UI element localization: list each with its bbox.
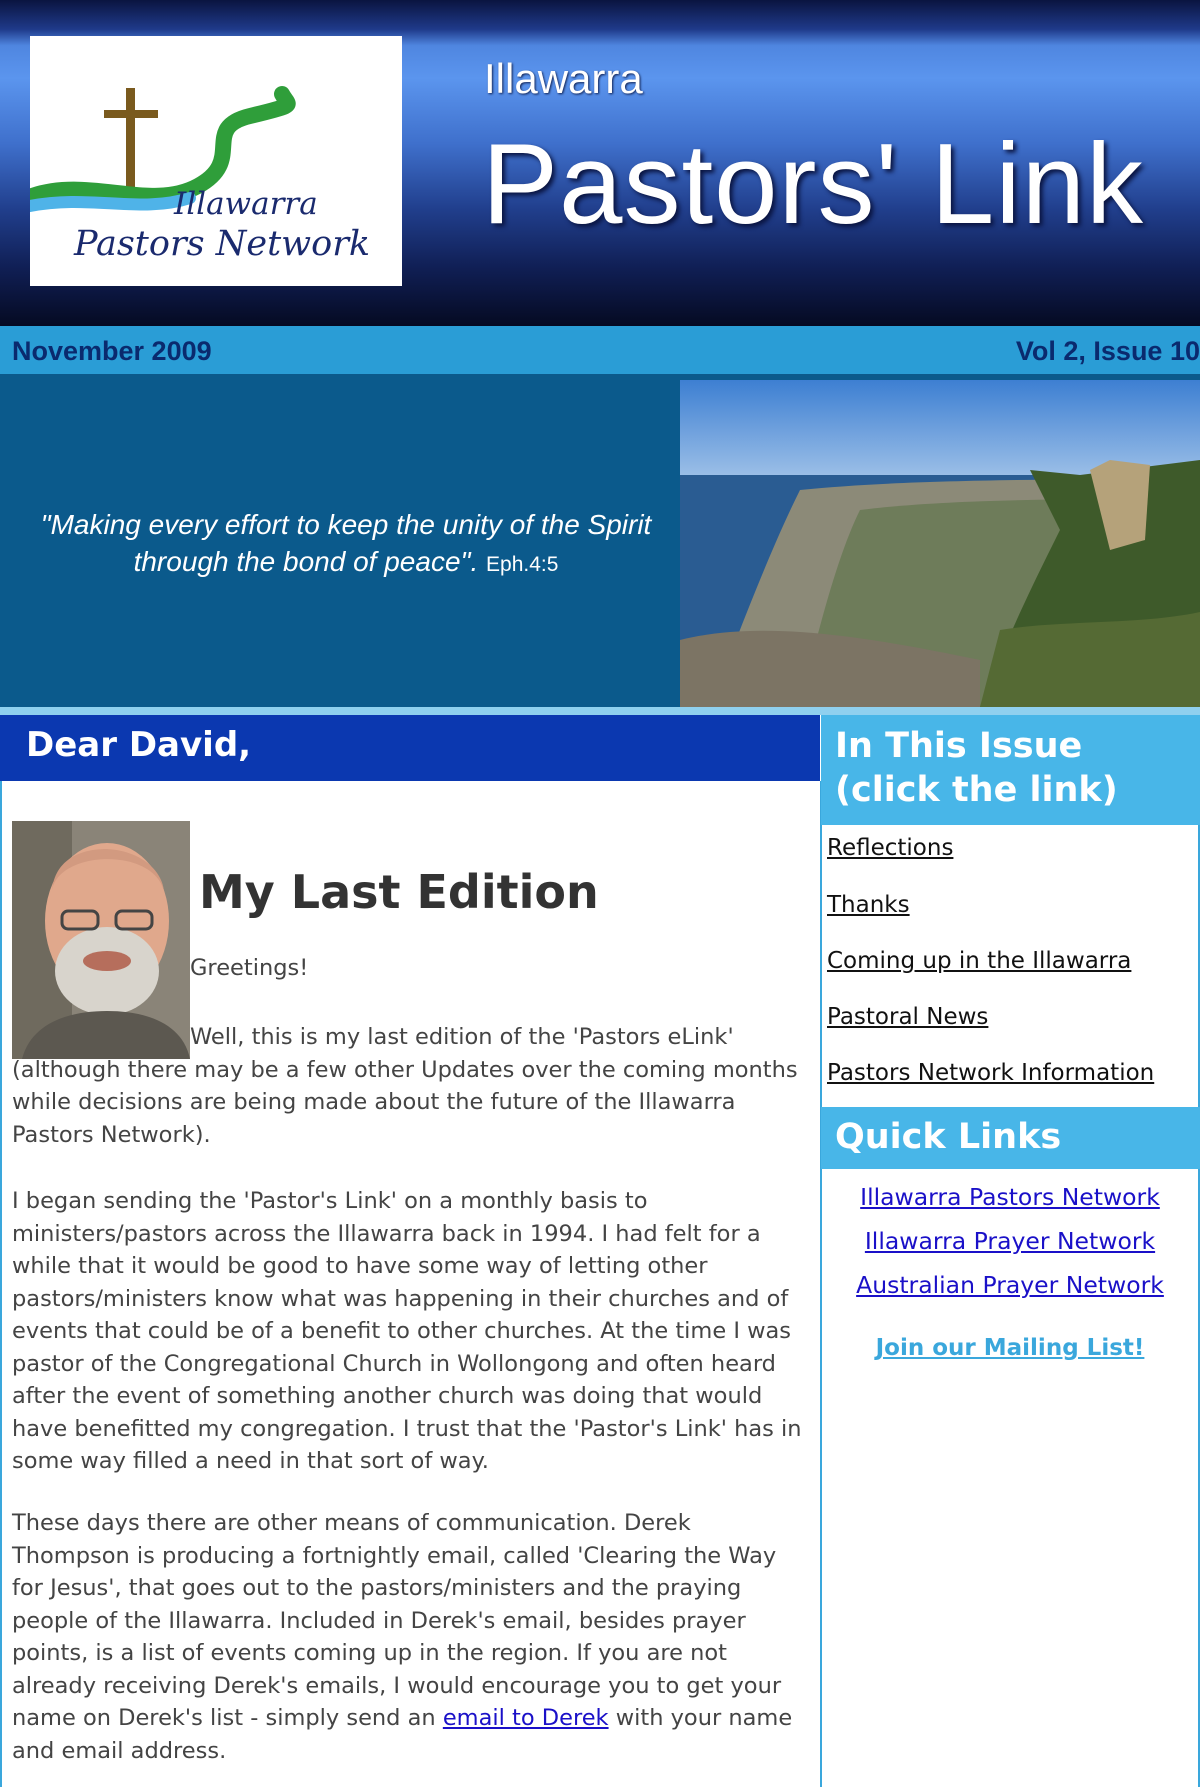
issue-link-thanks[interactable]: Thanks bbox=[827, 892, 910, 918]
email-derek-link[interactable]: email to Derek bbox=[443, 1705, 609, 1731]
issue-bar: November 2009 Vol 2, Issue 10 bbox=[0, 326, 1200, 374]
article-greeting: Greetings! bbox=[190, 955, 309, 981]
banner: "Making every effort to keep the unity o… bbox=[0, 374, 1200, 707]
paragraph-1-text: Well, this is my last edition of the 'Pa… bbox=[12, 1024, 798, 1148]
in-this-issue-heading: In This Issue (click the link) bbox=[821, 715, 1200, 825]
issue-number: Vol 2, Issue 10 bbox=[1015, 336, 1200, 366]
article-paragraph-2: I began sending the 'Pastor's Link' on a… bbox=[12, 1188, 802, 1474]
sidebar: In This Issue (click the link) Reflectio… bbox=[820, 715, 1200, 1787]
issue-date: November 2009 bbox=[12, 336, 212, 366]
coastline-photo-icon bbox=[680, 380, 1200, 707]
masthead-title: Pastors' Link bbox=[482, 121, 1145, 248]
network-logo: Illawarra Pastors Network bbox=[24, 36, 402, 286]
logo-text-line1: Illawarra bbox=[174, 186, 318, 222]
issue-link-reflections[interactable]: Reflections bbox=[827, 835, 953, 861]
article-paragraph-1: Well, this is my last edition of the 'Pa… bbox=[12, 1021, 802, 1151]
scripture-quote: "Making every effort to keep the unity o… bbox=[26, 506, 666, 583]
greeting-bar: Dear David, bbox=[0, 715, 820, 781]
quote-reference: Eph.4:5 bbox=[486, 553, 559, 576]
quick-links-heading: Quick Links bbox=[821, 1107, 1200, 1169]
issue-link-coming-up[interactable]: Coming up in the Illawarra bbox=[827, 948, 1131, 974]
logo-text-line2: Pastors Network bbox=[74, 224, 371, 264]
quote-text: "Making every effort to keep the unity o… bbox=[40, 509, 652, 577]
in-this-issue-title: In This Issue (click the link) bbox=[835, 726, 1118, 810]
greeting: Dear David, bbox=[26, 725, 252, 765]
quick-link-pastors-network[interactable]: Illawarra Pastors Network bbox=[820, 1183, 1200, 1211]
join-mailing-list-link[interactable]: Join our Mailing List! bbox=[820, 1335, 1200, 1361]
main-column: My Last Edition Greetings! Well, this is… bbox=[0, 781, 822, 1787]
newsletter: Illawarra Pastors Network Illawarra Past… bbox=[0, 0, 1200, 1787]
article-title: My Last Edition bbox=[199, 865, 599, 919]
quick-link-australian-prayer[interactable]: Australian Prayer Network bbox=[820, 1271, 1200, 1299]
article-paragraph-3: These days there are other means of comm… bbox=[12, 1507, 812, 1767]
masthead: Illawarra Pastors Network Illawarra Past… bbox=[0, 0, 1200, 326]
quick-links-title: Quick Links bbox=[835, 1117, 1062, 1157]
masthead-region: Illawarra bbox=[484, 55, 643, 102]
issue-link-pastoral-news[interactable]: Pastoral News bbox=[827, 1004, 988, 1030]
landscape-photo bbox=[680, 380, 1200, 707]
paragraph-3-text-start: These days there are other means of comm… bbox=[12, 1510, 782, 1731]
quick-link-prayer-network[interactable]: Illawarra Prayer Network bbox=[820, 1227, 1200, 1255]
divider bbox=[0, 707, 1200, 715]
issue-link-network-info[interactable]: Pastors Network Information bbox=[827, 1060, 1154, 1086]
